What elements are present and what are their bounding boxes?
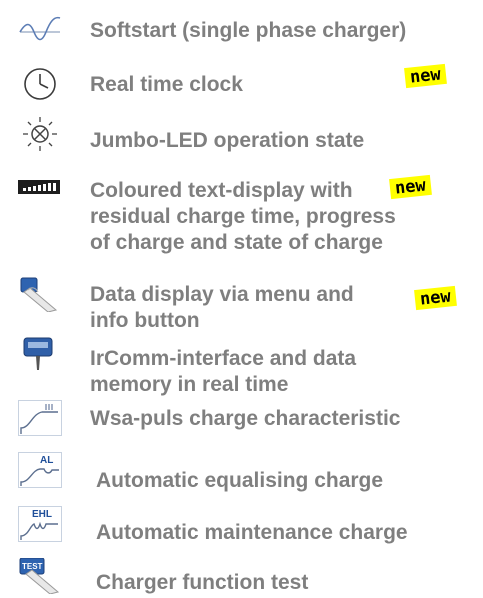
feature-label: Coloured text-display with residual char… <box>90 178 396 256</box>
clock-icon <box>18 66 62 102</box>
feature-label-line: memory in real time <box>90 373 289 396</box>
ehl-curve-icon: EHL <box>18 506 62 542</box>
feature-label: Automatic maintenance charge <box>96 521 408 544</box>
feature-label: Real time clock <box>90 73 243 96</box>
bar-display-icon <box>18 170 62 206</box>
feature-label: Softstart (single phase charger) <box>90 19 407 42</box>
test-button-icon: TEST <box>18 558 62 594</box>
new-badge: new <box>414 285 457 311</box>
al-curve-icon: AL <box>18 452 62 488</box>
finger-press-icon <box>18 276 62 312</box>
feature-label-line: IrComm-interface and data <box>90 347 357 370</box>
led-icon <box>18 116 62 152</box>
feature-label-line: Data display via menu and <box>90 283 354 306</box>
feature-label: Jumbo-LED operation state <box>90 129 365 152</box>
new-badge: new <box>389 174 432 200</box>
feature-label-line: Coloured text-display with <box>90 179 353 202</box>
feature-label: IrComm-interface and data memory in real… <box>90 346 356 398</box>
feature-label-line: info button <box>90 309 200 332</box>
wsa-curve-icon <box>18 400 62 436</box>
feature-label: Data display via menu and info button <box>90 282 354 334</box>
ircomm-device-icon <box>18 336 62 372</box>
feature-label: Charger function test <box>96 571 309 594</box>
icon-caption: AL <box>40 455 53 466</box>
feature-label: Wsa-puls charge characteristic <box>90 407 401 430</box>
new-badge: new <box>404 63 447 89</box>
feature-label: Automatic equalising charge <box>96 469 384 492</box>
icon-caption: EHL <box>32 509 52 520</box>
feature-label-line: residual charge time, progress <box>90 205 396 228</box>
sine-wave-icon <box>18 14 62 50</box>
feature-label-line: of charge and state of charge <box>90 231 383 254</box>
